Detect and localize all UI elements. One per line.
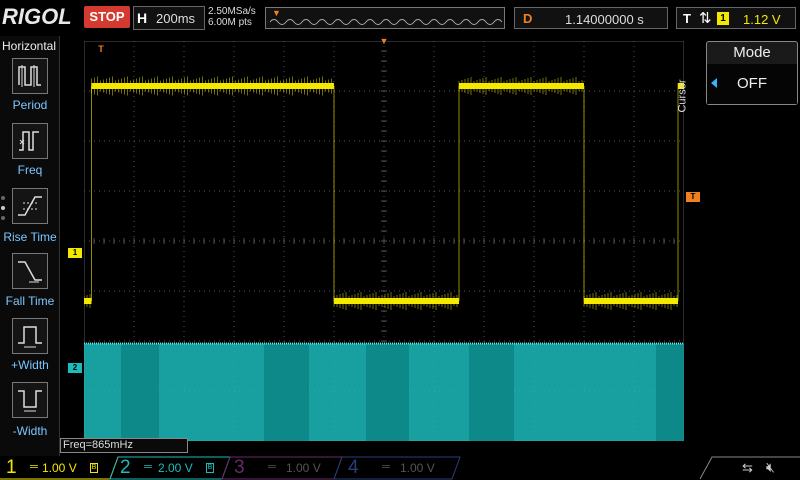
center-marker-icon: ▼ xyxy=(379,36,389,46)
timebase-box[interactable]: H 200ms xyxy=(133,6,205,30)
ch1-scale: 1.00 V xyxy=(42,461,77,475)
trigger-box[interactable]: T ⇅ 1 1.12 V xyxy=(676,7,796,29)
channel-status-bar: 1 ═ 1.00 V B 2 ═ 2.00 V B 3 ═ 1.00 V 4 ═… xyxy=(0,456,800,480)
memory-depth: 6.00M pts xyxy=(208,17,252,28)
trigger-time-marker: T xyxy=(98,44,104,54)
period-icon xyxy=(18,65,41,87)
ch1-level-segment xyxy=(91,83,334,89)
ch3-status[interactable]: 3 ═ 1.00 V xyxy=(228,457,340,479)
cursor-tab-label: Cursor xyxy=(676,79,689,113)
cursor-tab[interactable]: Cursor xyxy=(677,42,704,162)
trigger-level-marker[interactable]: T xyxy=(686,192,700,202)
cursor-menu: Cursor Mode OFF T xyxy=(677,36,800,456)
neg-width-icon xyxy=(18,390,42,412)
rigol-logo: RIGOL xyxy=(2,4,72,29)
timebase-value: 200ms xyxy=(156,11,196,26)
ch2-scale: 2.00 V xyxy=(158,461,193,475)
usb-icon: ⇆ xyxy=(742,460,753,475)
delay-box[interactable]: D 1.14000000 s xyxy=(514,7,668,29)
cursor-mode-value: OFF xyxy=(707,64,797,104)
trigger-level: 1.12 V xyxy=(743,12,781,27)
period-label: Period xyxy=(12,98,48,112)
neg-width-button[interactable] xyxy=(12,382,48,418)
rise-time-label: Rise Time xyxy=(3,230,57,244)
waveform-display[interactable] xyxy=(84,41,684,441)
menu-page-indicator xyxy=(1,196,7,226)
trigger-edge-icon: ⇅ xyxy=(699,10,712,27)
ch2-bw-icon: B xyxy=(206,463,214,473)
ch1-ground-marker[interactable]: 1 xyxy=(68,248,82,258)
knob-select-icon xyxy=(711,78,717,88)
period-button[interactable] xyxy=(12,58,48,94)
ch1-level-segment xyxy=(84,298,92,304)
delay-label: D xyxy=(523,11,533,26)
ch2-dense-region xyxy=(469,343,514,441)
ch2-ground-marker[interactable]: 2 xyxy=(68,363,82,373)
ch1-coupling-icon: ═ xyxy=(30,461,38,473)
ch2-coupling-icon: ═ xyxy=(144,461,152,473)
ch1-level-segment xyxy=(459,83,584,89)
fall-time-icon xyxy=(18,261,42,283)
delay-value: 1.14000000 s xyxy=(565,12,644,27)
memory-overview-strip[interactable]: ▼ xyxy=(265,7,505,29)
neg-width-label: -Width xyxy=(12,424,48,438)
timebase-label: H xyxy=(137,10,148,26)
horizontal-measure-menu: Horizontal Period Freq Rise Time Fall Ti… xyxy=(0,36,60,456)
ch1-bw-icon: B xyxy=(90,463,98,473)
ch3-coupling-icon: ═ xyxy=(268,461,276,473)
ch1-number: 1 xyxy=(6,457,17,478)
freq-label: Freq xyxy=(17,163,43,177)
ch2-waveform xyxy=(84,342,684,441)
trigger-label: T xyxy=(683,11,691,26)
ch4-coupling-icon: ═ xyxy=(382,461,390,473)
ch2-number: 2 xyxy=(120,457,131,478)
ch4-status[interactable]: 4 ═ 1.00 V xyxy=(342,457,458,479)
ch2-status[interactable]: 2 ═ 2.00 V B xyxy=(114,457,226,479)
memory-waveform-icon xyxy=(270,19,502,25)
ch2-dense-region xyxy=(121,343,159,441)
menu-title: Horizontal xyxy=(2,39,57,53)
pos-width-button[interactable] xyxy=(12,318,48,354)
frequency-readout: Freq=865mHz xyxy=(60,438,188,453)
trigger-source-badge: 1 xyxy=(717,12,729,25)
pos-width-label: +Width xyxy=(11,358,49,372)
freq-icon xyxy=(19,131,39,151)
ch2-dense-region xyxy=(264,343,309,441)
rise-time-icon xyxy=(18,196,42,216)
run-stop-indicator[interactable]: STOP xyxy=(84,6,130,28)
ch3-number: 3 xyxy=(234,457,245,478)
top-status-bar: RIGOL STOP H 200ms 2.50MSa/s 6.00M pts ▼… xyxy=(0,0,800,36)
ch3-scale: 1.00 V xyxy=(286,461,321,475)
ch2-dense-region xyxy=(366,343,409,441)
pos-width-icon xyxy=(18,326,42,348)
ch2-dense-region xyxy=(656,343,684,441)
ch4-number: 4 xyxy=(348,457,359,478)
rise-time-button[interactable] xyxy=(12,188,48,224)
speaker-muted-icon[interactable]: 🔇︎ xyxy=(766,459,775,476)
ch1-status[interactable]: 1 ═ 1.00 V B xyxy=(0,457,112,479)
acquisition-info: 2.50MSa/s 6.00M pts xyxy=(208,6,256,28)
ch1-level-segment xyxy=(334,298,459,304)
cursor-mode-softkey[interactable]: Mode OFF xyxy=(706,41,798,105)
cursor-mode-title: Mode xyxy=(733,44,771,61)
fall-time-button[interactable] xyxy=(12,253,48,289)
freq-button[interactable] xyxy=(12,123,48,159)
sample-rate: 2.50MSa/s xyxy=(208,6,256,17)
ch4-scale: 1.00 V xyxy=(400,461,435,475)
ch1-level-segment xyxy=(584,298,678,304)
fall-time-label: Fall Time xyxy=(5,294,55,308)
